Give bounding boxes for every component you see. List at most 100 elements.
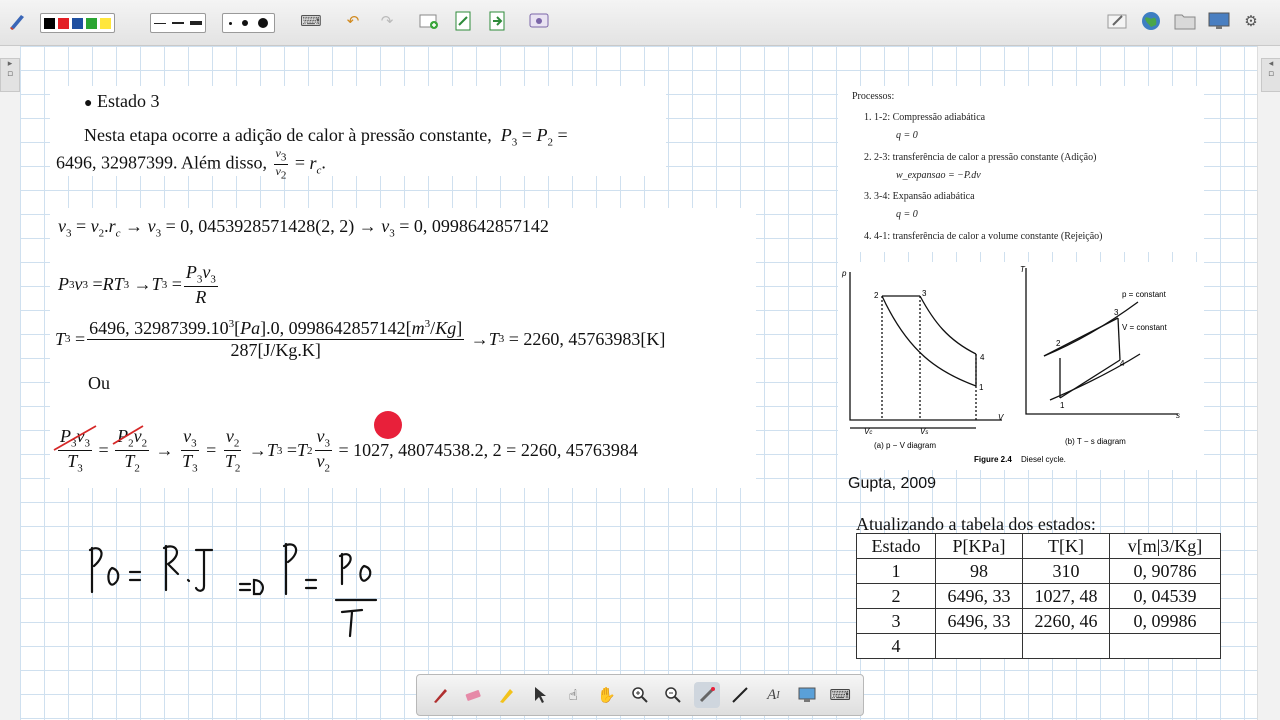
svg-text:1: 1 <box>1060 401 1065 410</box>
screen-icon[interactable] <box>794 682 820 708</box>
eq3-result: = 2260, 45763983[K] <box>508 328 666 349</box>
states-table-title: Atualizando a tabela dos estados: <box>856 514 1096 534</box>
page-export-icon[interactable] <box>452 10 474 32</box>
table-cell: 6496, 33 <box>935 608 1023 634</box>
new-page-icon[interactable] <box>418 10 440 32</box>
left-panel-toggle[interactable]: ▸ ▫ <box>0 58 20 92</box>
dot-size-group <box>222 13 275 33</box>
table-cell: 2260, 46 <box>1022 608 1110 634</box>
line-thin-option[interactable] <box>154 22 166 24</box>
p-constant-label: p = constant <box>1122 290 1167 299</box>
paragraph-text-2: 6496, 32987399. Além disso, <box>56 152 268 173</box>
dot-large-option[interactable] <box>258 18 268 28</box>
handwritten-equation <box>88 542 378 638</box>
table-cell: 0, 09986 <box>1109 608 1221 634</box>
pan-hand-icon[interactable]: ✋ <box>594 682 620 708</box>
top-toolbar: ⌨ ↶ ↷ ⚙ <box>0 0 1280 46</box>
table-cell <box>1109 633 1221 659</box>
display-icon[interactable] <box>1208 10 1230 32</box>
undo-icon[interactable]: ↶ <box>342 10 364 32</box>
processes-title: Processos: <box>852 91 895 102</box>
redo-icon[interactable]: ↷ <box>376 10 398 32</box>
table-row: 3 6496, 33 2260, 46 0, 09986 <box>856 608 1221 634</box>
header-cell: Estado <box>856 533 936 559</box>
pen-settings-icon[interactable] <box>6 10 28 32</box>
header-cell: v[m|3/Kg] <box>1109 533 1221 559</box>
line-icon[interactable] <box>727 682 753 708</box>
table-cell: 98 <box>935 558 1023 584</box>
page-import-icon[interactable] <box>486 10 508 32</box>
line-medium-option[interactable] <box>172 22 184 24</box>
pv-caption: (a) p − V diagram <box>874 441 936 450</box>
diesel-cycle-figure: p V 2 3 4 1 Vc Vs (a) p − V diagram Figu… <box>841 265 1180 464</box>
process-1: 1. 1-2: Compressão adiabática <box>864 112 986 123</box>
select-arrow-icon[interactable] <box>527 682 553 708</box>
folder-icon[interactable] <box>1174 10 1196 32</box>
line-thick-option[interactable] <box>190 21 202 25</box>
svg-text:T: T <box>1020 265 1026 274</box>
color-black-swatch[interactable] <box>44 17 55 29</box>
keyboard-icon[interactable]: ⌨ <box>827 682 853 708</box>
svg-text:p: p <box>841 269 847 278</box>
process-3-sub: q = 0 <box>896 209 918 220</box>
settings-icon[interactable]: ⚙ <box>1240 10 1262 32</box>
dot-medium-option[interactable] <box>242 20 248 26</box>
globe-icon[interactable] <box>1140 10 1162 32</box>
eq3-denominator: 287[J/Kg.K] <box>230 339 321 360</box>
laser-pointer-icon[interactable] <box>693 682 720 708</box>
eraser-icon[interactable] <box>460 682 486 708</box>
ou-label: Ou <box>88 373 110 393</box>
sticky-note-icon[interactable] <box>1106 10 1128 32</box>
equation-ideal-gas: P3v3 = RT 3 → T3 = P3v3 R <box>58 262 218 308</box>
screen-capture-icon[interactable] <box>528 10 550 32</box>
table-cell: 0, 04539 <box>1109 583 1221 609</box>
highlighter-icon[interactable] <box>493 682 519 708</box>
table-cell: 1 <box>856 558 936 584</box>
svg-text:1: 1 <box>979 383 984 392</box>
process-4: 4. 4-1: transferência de calor a volume … <box>864 231 1103 242</box>
svg-text:3: 3 <box>922 289 927 298</box>
svg-text:4: 4 <box>1120 359 1125 368</box>
table-row: 1 98 310 0, 90786 <box>856 558 1221 584</box>
dot-small-option[interactable] <box>229 21 232 25</box>
header-cell: P[KPa] <box>935 533 1023 559</box>
table-cell: 310 <box>1022 558 1110 584</box>
line-width-group <box>150 13 206 33</box>
color-yellow-swatch[interactable] <box>100 17 111 29</box>
figure-source: Gupta, 2009 <box>848 475 937 492</box>
left-side-panel: ▸ ▫ <box>0 46 21 720</box>
zoom-in-icon[interactable] <box>627 682 653 708</box>
paragraph-line-1: Nesta etapa ocorre a adição de calor à p… <box>84 125 568 149</box>
laser-pointer-dot <box>374 411 402 439</box>
bullet-label: Estado 3 <box>96 91 160 111</box>
states-table: Estado P[KPa] T[K] v[m|3/Kg] 1 98 310 0,… <box>856 533 1221 659</box>
table-cell: 4 <box>856 633 936 659</box>
process-2: 2. 2-3: transferência de calor a pressão… <box>864 152 1097 163</box>
table-cell: 2 <box>856 583 936 609</box>
process-2-sub: w_expansao = −P.dv <box>896 170 981 181</box>
table-cell: 3 <box>856 608 936 634</box>
table-row: 4 <box>856 633 1221 659</box>
table-cell: 1027, 48 <box>1022 583 1110 609</box>
color-blue-swatch[interactable] <box>72 17 83 29</box>
svg-text:V: V <box>998 413 1004 422</box>
process-3: 3. 3-4: Expansão adiabática <box>864 191 975 202</box>
svg-text:s: s <box>1176 411 1180 420</box>
right-panel-toggle[interactable]: ◂ ▫ <box>1261 58 1280 92</box>
color-red-swatch[interactable] <box>58 17 69 29</box>
table-cell: 6496, 33 <box>935 583 1023 609</box>
color-green-swatch[interactable] <box>86 17 97 29</box>
bottom-toolbar: ☝ ✋ AI ⌨ <box>416 674 864 716</box>
equation-v3: v3 = v2.rc → v3 = 0, 0453928571428(2, 2)… <box>58 216 549 240</box>
eq1-values-2: = 0, 0998642857142 <box>399 216 549 236</box>
header-cell: T[K] <box>1022 533 1110 559</box>
zoom-out-icon[interactable] <box>660 682 686 708</box>
pointer-hand-icon[interactable]: ☝ <box>560 682 586 708</box>
eq1-values-1: = 0, 0453928571428(2, 2) → <box>165 216 377 236</box>
table-header-row: Estado P[KPa] T[K] v[m|3/Kg] <box>856 533 1221 559</box>
pen-icon[interactable] <box>427 682 453 708</box>
ts-caption: (b) T − s diagram <box>1065 437 1126 446</box>
keyboard-icon[interactable]: ⌨ <box>300 10 322 32</box>
text-icon[interactable]: AI <box>760 682 786 708</box>
bullet-item: ● Estado 3 <box>84 91 160 111</box>
